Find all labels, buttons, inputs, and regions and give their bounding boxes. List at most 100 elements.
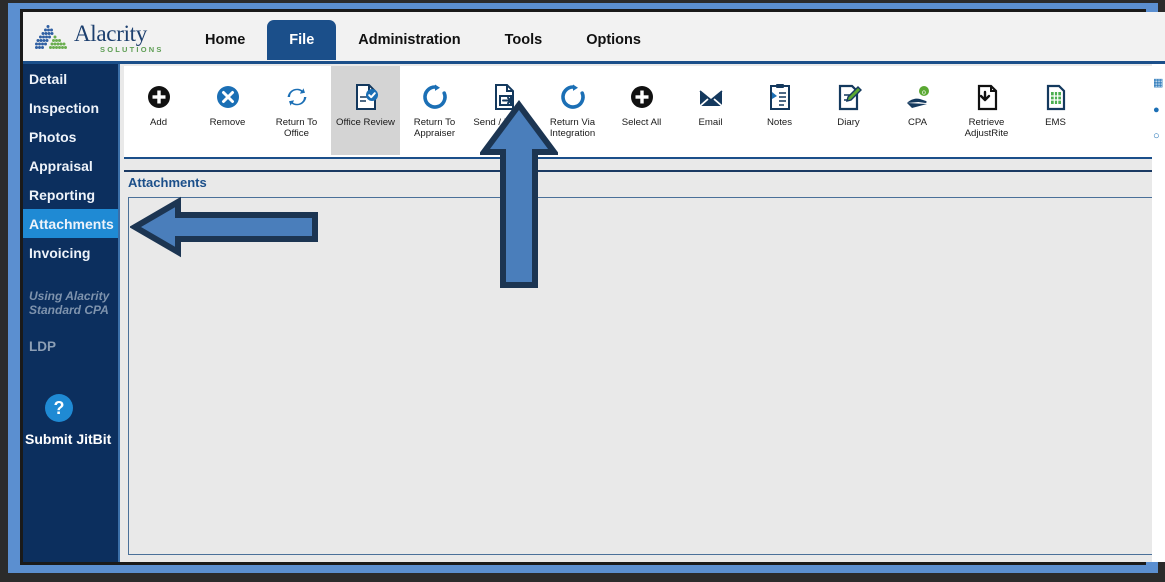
sidebar-item-reporting-label: Reporting	[29, 186, 96, 203]
ribbon-button-notes[interactable]: Notes	[745, 66, 814, 155]
ra-label-line2: AdjustRite	[964, 127, 1009, 139]
ribbon-button-email[interactable]: Email	[676, 66, 745, 155]
sidebar-cpa-note-line2: Standard CPA	[29, 303, 109, 317]
hand-coin-icon: o	[904, 80, 932, 114]
ribbon-button-office-review-label: Office Review	[335, 117, 395, 128]
rvi-label-line2: Integration	[549, 127, 596, 139]
rta-label-line2: Appraiser	[413, 127, 456, 139]
ribbon-button-cpa-label: CPA	[907, 117, 927, 128]
rto-label-line2: Office	[284, 127, 309, 139]
attachments-panel-title: Attachments	[128, 175, 207, 190]
plus-circle-icon	[629, 80, 655, 114]
brand-logo-text: Alacrity SOLUTIONS	[74, 22, 164, 54]
sidebar-item-inspection-label: Inspection	[29, 99, 100, 116]
sidebar-item-attachments-label: Attachments	[29, 215, 114, 232]
nav-tab-tools[interactable]: Tools	[483, 20, 565, 60]
sidebar-item-detail[interactable]: Detail	[23, 64, 118, 93]
screenshot-root: Alacrity SOLUTIONS Home File Administrat…	[0, 0, 1165, 582]
refresh-arrows-icon	[284, 80, 310, 114]
ribbon-button-email-label: Email	[698, 117, 723, 128]
sidebar-item-reporting[interactable]: Reporting	[23, 180, 118, 209]
nav-tab-file[interactable]: File	[267, 20, 337, 60]
ribbon-button-return-to-office[interactable]: Return To Office	[262, 66, 331, 155]
ribbon-button-remove-label: Remove	[209, 117, 246, 128]
nav-tab-home[interactable]: Home	[183, 20, 267, 60]
document-download-icon	[974, 80, 1000, 114]
circular-arrow-icon	[421, 80, 449, 114]
main-content-area: Add Remove Return To Office Office Revie…	[122, 64, 1165, 562]
cutoff-icon-top[interactable]: ▦	[1153, 76, 1163, 89]
sidebar-item-inspection[interactable]: Inspection	[23, 93, 118, 122]
sidebar-item-photos-label: Photos	[29, 128, 77, 145]
nav-tab-administration[interactable]: Administration	[336, 20, 482, 60]
left-sidebar: Detail Inspection Photos Appraisal Repor…	[23, 64, 120, 562]
help-glyph: ?	[53, 397, 65, 418]
ribbon-button-add-label: Add	[149, 117, 168, 128]
alacrity-triangle-logo-icon	[35, 25, 67, 49]
ribbon-button-return-via-integration-label: Return Via Integration	[549, 117, 596, 139]
sidebar-ldp-label: LDP	[29, 339, 56, 354]
sidebar-cpa-note-line1: Using Alacrity	[29, 289, 110, 303]
cutoff-icon-middle[interactable]: ●	[1153, 104, 1160, 116]
document-export-icon	[491, 80, 517, 114]
ribbon-button-return-to-office-label: Return To Office	[275, 117, 318, 139]
help-question-icon[interactable]: ?	[45, 394, 73, 422]
sidebar-item-invoicing-label: Invoicing	[29, 244, 91, 261]
brand-subtitle: SOLUTIONS	[100, 45, 164, 55]
ribbon-button-remove[interactable]: Remove	[193, 66, 262, 155]
document-check-icon	[353, 80, 379, 114]
ribbon-button-cpa[interactable]: o CPA	[883, 66, 952, 155]
sidebar-help-block: ? Submit JitBit	[23, 394, 118, 447]
sidebar-item-appraisal-label: Appraisal	[29, 157, 93, 174]
svg-text:o: o	[922, 90, 926, 97]
ribbon-button-ems[interactable]: EMS	[1021, 66, 1090, 155]
rvi-label-line1: Return Via	[549, 117, 596, 128]
sidebar-item-appraisal[interactable]: Appraisal	[23, 151, 118, 180]
brand-name: Alacrity	[74, 21, 147, 47]
nav-tab-tools-label: Tools	[504, 32, 543, 48]
nav-tab-options[interactable]: Options	[564, 20, 663, 60]
sidebar-item-detail-label: Detail	[29, 70, 68, 87]
ribbon-button-return-to-appraiser-label: Return To Appraiser	[413, 117, 456, 139]
ribbon-toolbar: Add Remove Return To Office Office Revie…	[124, 66, 1165, 159]
nav-tab-options-label: Options	[586, 32, 641, 48]
ra-label-line1: Retrieve	[968, 117, 1005, 128]
ribbon-button-ems-label: EMS	[1045, 117, 1066, 128]
sidebar-item-photos[interactable]: Photos	[23, 122, 118, 151]
clipboard-pen-icon	[768, 80, 792, 114]
application-window: Alacrity SOLUTIONS Home File Administrat…	[23, 12, 1165, 562]
ribbon-button-send-extract-label: Send / Extract	[473, 117, 534, 128]
ribbon-button-return-via-integration[interactable]: Return Via Integration	[538, 66, 607, 155]
top-navigation-bar: Alacrity SOLUTIONS Home File Administrat…	[23, 12, 1165, 64]
sidebar-item-attachments[interactable]: Attachments	[23, 209, 118, 238]
nav-tab-home-label: Home	[205, 32, 246, 48]
ribbon-button-diary[interactable]: Diary	[814, 66, 883, 155]
sidebar-submit-jitbit[interactable]: Submit JitBit	[25, 431, 111, 447]
envelope-icon	[697, 80, 725, 114]
document-pencil-icon	[836, 80, 862, 114]
ribbon-button-return-to-appraiser[interactable]: Return To Appraiser	[400, 66, 469, 155]
cutoff-icon-bottom[interactable]: ○	[1153, 130, 1160, 142]
rta-label-line1: Return To	[413, 117, 456, 128]
sidebar-cpa-note: Using Alacrity Standard CPA	[23, 289, 118, 317]
rto-label-line1: Return To	[275, 117, 318, 128]
ribbon-button-add[interactable]: Add	[124, 66, 193, 155]
ribbon-button-retrieve-adjustrite-label: Retrieve AdjustRite	[964, 117, 1009, 139]
circular-arrow-icon	[559, 80, 587, 114]
spreadsheet-icon	[1044, 80, 1068, 114]
sidebar-item-invoicing[interactable]: Invoicing	[23, 238, 118, 267]
attachments-list-panel[interactable]	[128, 197, 1158, 555]
panel-divider	[124, 170, 1163, 172]
x-circle-icon	[215, 80, 241, 114]
plus-circle-icon	[146, 80, 172, 114]
ribbon-button-office-review[interactable]: Office Review	[331, 66, 400, 155]
brand-logo[interactable]: Alacrity SOLUTIONS	[35, 22, 164, 54]
ribbon-button-select-all[interactable]: Select All	[607, 66, 676, 155]
ribbon-button-diary-label: Diary	[837, 117, 860, 128]
ribbon-button-notes-label: Notes	[766, 117, 793, 128]
right-edge-cutoff-column: ▦ ● ○	[1152, 64, 1165, 562]
ribbon-button-select-all-label: Select All	[621, 117, 662, 128]
ribbon-button-send-extract[interactable]: Send / Extract	[469, 66, 538, 155]
ribbon-button-retrieve-adjustrite[interactable]: Retrieve AdjustRite	[952, 66, 1021, 155]
navigation-tab-list: Home File Administration Tools Options	[183, 12, 663, 64]
